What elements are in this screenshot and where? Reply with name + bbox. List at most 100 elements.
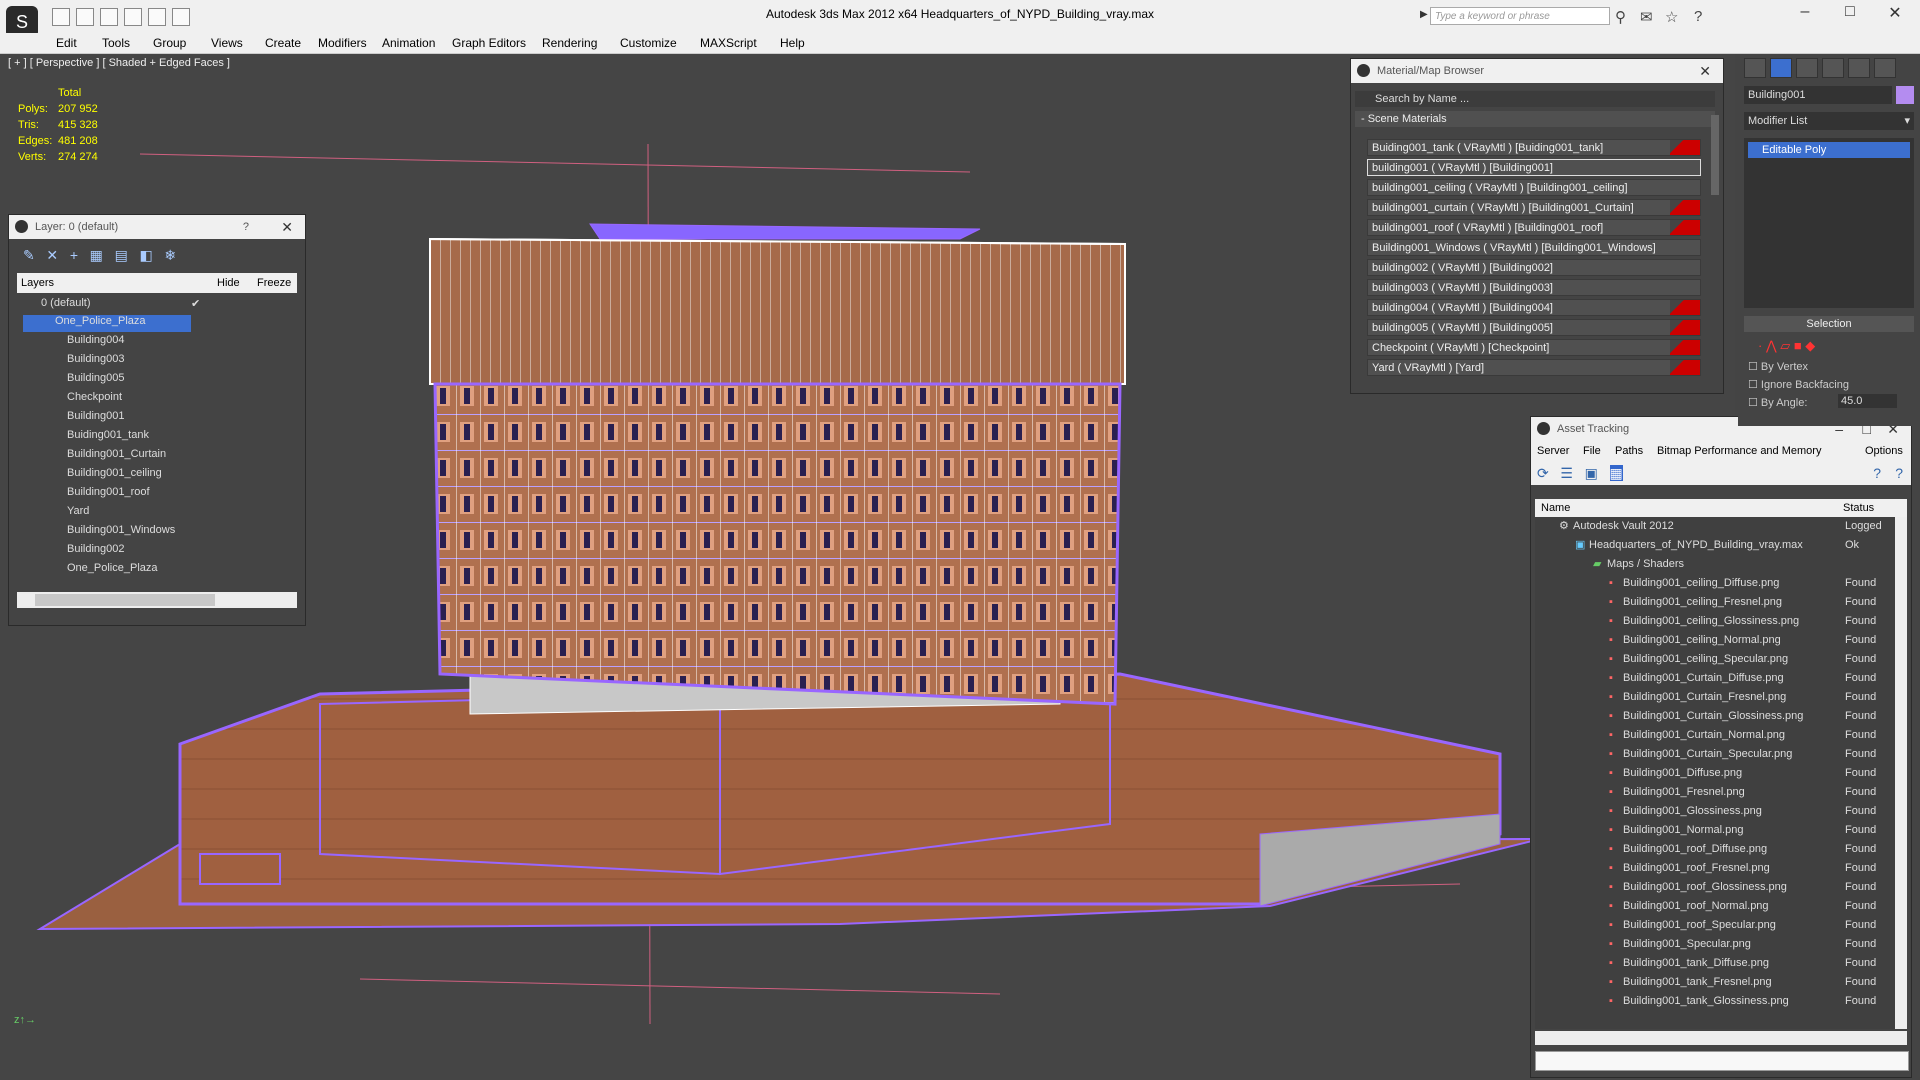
hide-all-icon[interactable]: ◧	[139, 247, 152, 263]
asset-row-map[interactable]: ▪ Building001_tank_Glossiness.png Found	[1535, 992, 1907, 1011]
communication-icon[interactable]: ✉	[1640, 8, 1653, 26]
angle-spinner[interactable]: 45.0	[1838, 394, 1897, 408]
layer-child[interactable]: Yard	[67, 505, 89, 517]
asset-row-file[interactable]: ▣ Headquarters_of_NYPD_Building_vray.max…	[1535, 536, 1907, 555]
asset-row-map[interactable]: ▪ Building001_ceiling_Fresnel.png Found	[1535, 593, 1907, 612]
table-view-icon[interactable]: ▦	[1609, 465, 1623, 481]
delete-layer-icon[interactable]: ✕	[46, 247, 58, 263]
asset-row-map[interactable]: ▪ Building001_Glossiness.png Found	[1535, 802, 1907, 821]
asset-menu-bitmap-performance[interactable]: Bitmap Performance and Memory	[1657, 441, 1821, 461]
material-browser-title-bar[interactable]: Material/Map Browser ✕	[1351, 59, 1723, 83]
material-item[interactable]: building004 ( VRayMtl ) [Building004]	[1367, 299, 1701, 316]
material-vscrollbar[interactable]	[1711, 115, 1719, 195]
layer-child[interactable]: Building001_ceiling	[67, 467, 162, 479]
asset-row-map[interactable]: ▪ Building001_ceiling_Specular.png Found	[1535, 650, 1907, 669]
material-item[interactable]: building001_ceiling ( VRayMtl ) [Buildin…	[1367, 179, 1701, 196]
create-tab-icon[interactable]	[1744, 58, 1766, 78]
asset-row-group[interactable]: ▰ Maps / Shaders	[1535, 555, 1907, 574]
asset-vscrollbar[interactable]	[1895, 517, 1907, 1029]
help-button[interactable]: ?	[243, 215, 249, 239]
subobject-icons[interactable]: · ⋀ ▱ ■ ◆	[1758, 338, 1815, 354]
layer-row-default[interactable]: 0 (default)	[41, 297, 91, 309]
highlight-layer-icon[interactable]: ▤	[115, 247, 128, 263]
refresh-icon[interactable]: ⟳	[1537, 465, 1549, 481]
modify-tab-icon[interactable]	[1770, 58, 1792, 78]
asset-menu-server[interactable]: Server	[1537, 441, 1569, 461]
search-arrow-icon[interactable]: ▶	[1420, 9, 1428, 20]
material-item[interactable]: Building001_Windows ( VRayMtl ) [Buildin…	[1367, 239, 1701, 256]
material-search-input[interactable]: Search by Name ...	[1355, 91, 1715, 107]
motion-tab-icon[interactable]	[1822, 58, 1844, 78]
column-name[interactable]: Name	[1541, 499, 1570, 517]
layer-child[interactable]: Building005	[67, 372, 125, 384]
create-layer-icon[interactable]: ✎	[23, 247, 35, 263]
menu-help[interactable]: Help	[780, 36, 805, 50]
asset-hscrollbar[interactable]	[1535, 1031, 1907, 1045]
asset-menu-file[interactable]: File	[1583, 441, 1601, 461]
close-icon[interactable]: ✕	[1875, 3, 1915, 23]
object-color-swatch[interactable]	[1896, 86, 1914, 104]
ignore-backfacing-checkbox[interactable]: ☐ Ignore Backfacing	[1748, 378, 1849, 391]
by-vertex-checkbox[interactable]: ☐ By Vertex	[1748, 360, 1808, 373]
asset-row-map[interactable]: ▪ Building001_ceiling_Normal.png Found	[1535, 631, 1907, 650]
column-hide[interactable]: Hide	[217, 273, 240, 293]
layer-child[interactable]: Building004	[67, 334, 125, 346]
utilities-tab-icon[interactable]	[1874, 58, 1896, 78]
hierarchy-tab-icon[interactable]	[1796, 58, 1818, 78]
minimize-icon[interactable]: –	[1785, 3, 1825, 21]
menu-tools[interactable]: Tools	[102, 36, 130, 50]
layer-row-one-police-plaza[interactable]: One_Police_Plaza	[23, 315, 191, 332]
layer-hscrollbar[interactable]	[17, 592, 297, 608]
close-icon[interactable]: ✕	[1699, 59, 1711, 83]
asset-row-map[interactable]: ▪ Building001_Curtain_Glossiness.png Found	[1535, 707, 1907, 726]
select-in-layer-icon[interactable]: ▦	[90, 247, 103, 263]
selection-rollout-header[interactable]: Selection	[1744, 316, 1914, 332]
menu-graph-editors[interactable]: Graph Editors	[452, 36, 526, 50]
scene-materials-header[interactable]: - Scene Materials	[1355, 111, 1715, 127]
thumbnail-icon[interactable]: ▣	[1585, 465, 1598, 481]
favorites-icon[interactable]: ☆	[1665, 8, 1678, 26]
menu-modifiers[interactable]: Modifiers	[318, 36, 367, 50]
binoculars-icon[interactable]: ⚲	[1615, 8, 1626, 26]
material-item[interactable]: Yard ( VRayMtl ) [Yard]	[1367, 359, 1701, 376]
asset-menu-options[interactable]: Options	[1865, 441, 1903, 461]
search-input[interactable]: Type a keyword or phrase	[1430, 7, 1610, 25]
asset-row-map[interactable]: ▪ Building001_Fresnel.png Found	[1535, 783, 1907, 802]
asset-row-map[interactable]: ▪ Building001_Normal.png Found	[1535, 821, 1907, 840]
layer-child[interactable]: Checkpoint	[67, 391, 122, 403]
material-item[interactable]: building001_curtain ( VRayMtl ) [Buildin…	[1367, 199, 1701, 216]
asset-row-map[interactable]: ▪ Building001_tank_Diffuse.png Found	[1535, 954, 1907, 973]
asset-row-map[interactable]: ▪ Building001_roof_Diffuse.png Found	[1535, 840, 1907, 859]
menu-rendering[interactable]: Rendering	[542, 36, 597, 50]
close-icon[interactable]: ✕	[281, 215, 293, 239]
material-item[interactable]: Buiding001_tank ( VRayMtl ) [Buiding001_…	[1367, 139, 1701, 156]
layer-child[interactable]: Building001	[67, 410, 125, 422]
menu-maxscript[interactable]: MAXScript	[700, 36, 757, 50]
stack-item-editable-poly[interactable]: Editable Poly	[1748, 142, 1910, 158]
maximize-icon[interactable]: □	[1830, 3, 1870, 21]
asset-row-map[interactable]: ▪ Building001_Diffuse.png Found	[1535, 764, 1907, 783]
layer-child[interactable]: Building002	[67, 543, 125, 555]
material-item[interactable]: building003 ( VRayMtl ) [Building003]	[1367, 279, 1701, 296]
column-layers[interactable]: Layers	[21, 273, 54, 293]
asset-menu-paths[interactable]: Paths	[1615, 441, 1643, 461]
help-icon[interactable]: ?	[1694, 8, 1702, 25]
list-icon[interactable]: ☰	[1560, 465, 1573, 481]
help-icon[interactable]: ?	[1873, 461, 1881, 485]
add-to-layer-icon[interactable]: +	[70, 247, 78, 263]
asset-path-field[interactable]	[1535, 1051, 1909, 1071]
asset-row-map[interactable]: ▪ Building001_Curtain_Normal.png Found	[1535, 726, 1907, 745]
asset-row-map[interactable]: ▪ Building001_Curtain_Diffuse.png Found	[1535, 669, 1907, 688]
layer-child[interactable]: Building001_Curtain	[67, 448, 166, 460]
column-status[interactable]: Status	[1843, 499, 1874, 517]
context-help-icon[interactable]: ?	[1895, 461, 1903, 485]
object-name-field[interactable]: Building001	[1744, 86, 1892, 104]
layer-child[interactable]: One_Police_Plaza	[67, 562, 158, 574]
asset-row-vault[interactable]: ⚙ Autodesk Vault 2012 Logged	[1535, 517, 1907, 536]
material-item[interactable]: building001 ( VRayMtl ) [Building001]	[1367, 159, 1701, 176]
material-item[interactable]: building001_roof ( VRayMtl ) [Building00…	[1367, 219, 1701, 236]
display-tab-icon[interactable]	[1848, 58, 1870, 78]
layer-child[interactable]: Building001_Windows	[67, 524, 175, 536]
layer-panel-title-bar[interactable]: Layer: 0 (default) ? ✕	[9, 215, 305, 239]
asset-row-map[interactable]: ▪ Building001_Specular.png Found	[1535, 935, 1907, 954]
